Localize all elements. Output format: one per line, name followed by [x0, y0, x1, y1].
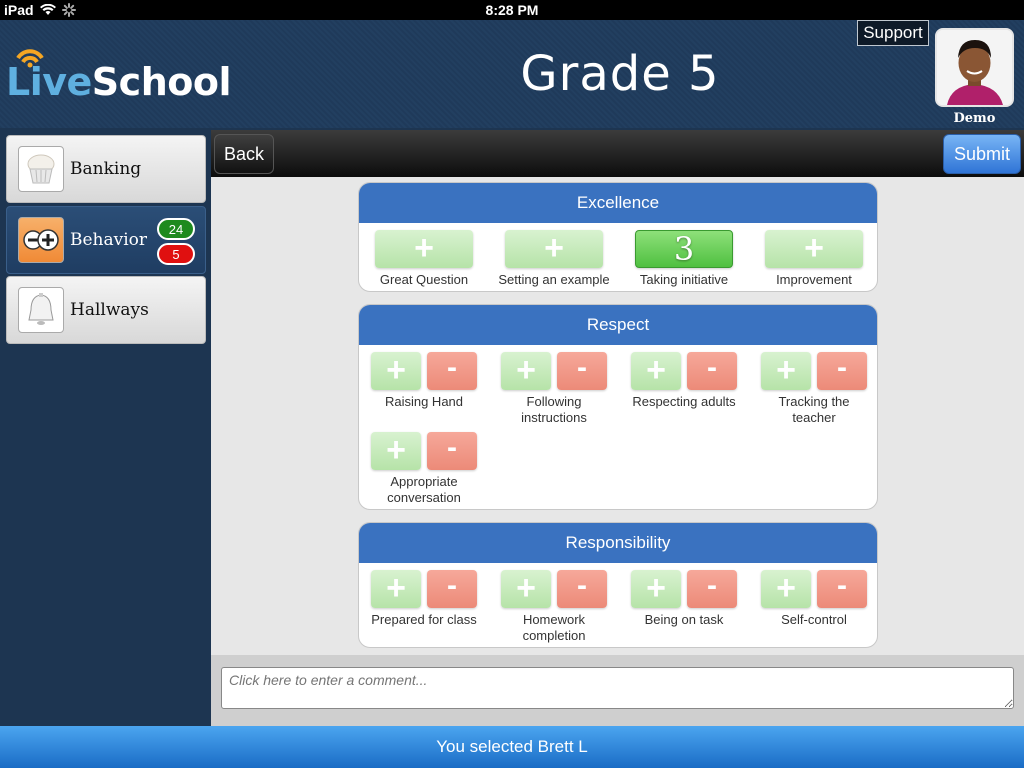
behavior-item-great-question: + Great Question — [359, 230, 489, 288]
behavior-label: Homework completion — [522, 612, 586, 643]
add-point-button[interactable]: + — [505, 230, 603, 268]
sidebar-item-hallways[interactable]: Hallways — [6, 276, 206, 344]
behavior-panel: Excellence + Great Question + Setting an… — [211, 177, 1024, 655]
status-bar: iPad 8:28 PM — [0, 0, 1024, 20]
support-button[interactable]: Support — [857, 20, 929, 46]
app-header: LiveSchool Grade 5 Support Demo — [0, 20, 1024, 128]
behavior-item-self-control: + - Self-control — [749, 570, 877, 628]
behavior-item-improvement: + Improvement — [749, 230, 877, 288]
section-excellence: Excellence + Great Question + Setting an… — [358, 182, 878, 292]
selection-status: You selected Brett L — [0, 726, 1024, 768]
behavior-label: Raising Hand — [384, 394, 464, 409]
user-photo-icon — [937, 30, 1012, 105]
sidebar-item-banking[interactable]: Banking — [6, 135, 206, 203]
comment-bar — [211, 655, 1024, 726]
behavior-item-respecting-adults: + - Respecting adults — [619, 352, 749, 410]
page-title: Grade 5 — [520, 46, 720, 102]
clock: 8:28 PM — [485, 2, 539, 18]
behavior-item-tracking-the-teacher: + - Tracking the teacher — [749, 352, 877, 426]
comment-input[interactable] — [221, 667, 1014, 709]
app-logo: LiveSchool — [6, 46, 231, 106]
add-point-button[interactable]: + — [765, 230, 863, 268]
add-point-button[interactable]: + — [375, 230, 473, 268]
section-title: Responsibility — [359, 523, 877, 563]
add-point-button[interactable]: + — [631, 352, 681, 390]
remove-point-button[interactable]: - — [687, 352, 737, 390]
remove-point-button[interactable]: - — [427, 432, 477, 470]
positive-count-badge: 24 — [157, 218, 195, 240]
sidebar-item-label: Hallways — [70, 300, 149, 320]
logo-text-live: Live — [6, 60, 92, 104]
sidebar-item-behavior[interactable]: Behavior 24 5 — [6, 206, 206, 274]
logo-text-school: School — [91, 60, 232, 104]
add-point-button[interactable]: + — [501, 570, 551, 608]
avatar[interactable] — [935, 28, 1014, 107]
remove-point-button[interactable]: - — [427, 570, 477, 608]
behavior-item-being-on-task: + - Being on task — [619, 570, 749, 628]
section-title: Excellence — [359, 183, 877, 223]
behavior-label: Appropriate conversation — [387, 474, 461, 505]
add-point-button[interactable]: + — [371, 432, 421, 470]
behavior-label: Self-control — [781, 612, 847, 627]
add-point-button[interactable]: + — [761, 352, 811, 390]
section-respect: Respect + - Raising Hand + - Following i… — [358, 304, 878, 510]
remove-point-button[interactable]: - — [817, 352, 867, 390]
sidebar-item-label: Behavior — [70, 230, 148, 250]
behavior-item-raising-hand: + - Raising Hand — [359, 352, 489, 410]
add-point-button[interactable]: + — [501, 352, 551, 390]
remove-point-button[interactable]: - — [557, 570, 607, 608]
sidebar: Banking Behavior 24 5 Hallways — [0, 128, 211, 726]
add-point-button[interactable]: + — [371, 570, 421, 608]
bell-icon — [18, 287, 64, 333]
behavior-item-homework-completion: + - Homework completion — [489, 570, 619, 644]
plus-minus-icon — [18, 217, 64, 263]
section-title: Respect — [359, 305, 877, 345]
remove-point-button[interactable]: - — [557, 352, 607, 390]
cupcake-icon — [18, 146, 64, 192]
toolbar: Back Submit — [211, 130, 1024, 177]
section-responsibility: Responsibility + - Prepared for class + … — [358, 522, 878, 648]
behavior-item-appropriate-conversation: + - Appropriate conversation — [359, 432, 489, 506]
point-count-button[interactable]: 3 — [635, 230, 733, 268]
behavior-label: Setting an example — [498, 272, 610, 287]
behavior-item-taking-initiative: 3 Taking initiative — [619, 230, 749, 288]
negative-count-badge: 5 — [157, 243, 195, 265]
submit-button[interactable]: Submit — [943, 134, 1021, 174]
behavior-label: Taking initiative — [639, 272, 729, 287]
remove-point-button[interactable]: - — [427, 352, 477, 390]
behavior-label: Prepared for class — [371, 612, 477, 627]
user-name: Demo — [953, 111, 996, 126]
behavior-item-prepared-for-class: + - Prepared for class — [359, 570, 489, 628]
remove-point-button[interactable]: - — [687, 570, 737, 608]
sidebar-item-label: Banking — [70, 159, 142, 179]
back-button[interactable]: Back — [214, 134, 274, 174]
remove-point-button[interactable]: - — [817, 570, 867, 608]
behavior-label: Being on task — [644, 612, 724, 627]
add-point-button[interactable]: + — [761, 570, 811, 608]
add-point-button[interactable]: + — [371, 352, 421, 390]
behavior-label: Great Question — [379, 272, 469, 287]
add-point-button[interactable]: + — [631, 570, 681, 608]
behavior-label: Following instructions — [521, 394, 587, 425]
behavior-item-setting-an-example: + Setting an example — [489, 230, 619, 288]
behavior-label: Respecting adults — [632, 394, 736, 409]
behavior-item-following-instructions: + - Following instructions — [489, 352, 619, 426]
behavior-label: Tracking the teacher — [778, 394, 850, 425]
behavior-label: Improvement — [776, 272, 852, 287]
